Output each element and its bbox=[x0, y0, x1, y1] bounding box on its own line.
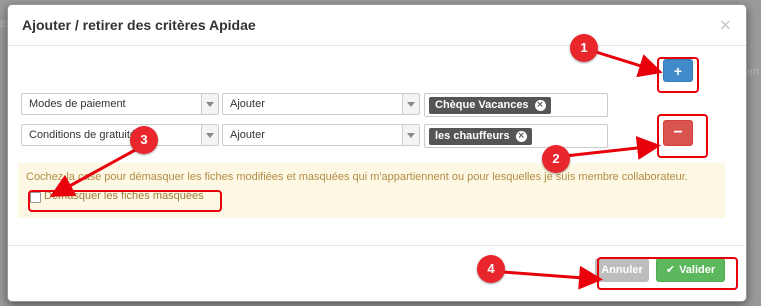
modal-header: Ajouter / retirer des critères Apidae × bbox=[8, 5, 746, 46]
chevron-down-icon bbox=[201, 125, 218, 145]
annotation-highlight-add bbox=[657, 57, 699, 93]
close-icon[interactable]: × bbox=[719, 15, 732, 34]
modal-title: Ajouter / retirer des critères Apidae bbox=[22, 17, 256, 33]
chevron-down-icon bbox=[402, 94, 419, 114]
chevron-down-icon bbox=[402, 125, 419, 145]
annotation-badge: 1 bbox=[570, 34, 598, 62]
annotation-badge: 4 bbox=[477, 255, 505, 283]
criteria-row: Conditions de gratuité Ajouter les chauf… bbox=[21, 124, 611, 148]
value-tag: Chèque Vacances × bbox=[429, 97, 551, 114]
action-select-value: Ajouter bbox=[230, 129, 265, 141]
criterion-select-value: Conditions de gratuité bbox=[29, 129, 137, 141]
action-select-value: Ajouter bbox=[230, 98, 265, 110]
annotation-highlight-remove bbox=[657, 114, 708, 158]
criterion-select[interactable]: Conditions de gratuité bbox=[21, 124, 219, 146]
annotation-badge: 3 bbox=[130, 126, 158, 154]
annotation-badge: 2 bbox=[542, 145, 570, 173]
criterion-select-value: Modes de paiement bbox=[29, 98, 126, 110]
criteria-row: Modes de paiement Ajouter Chèque Vacance… bbox=[21, 93, 611, 117]
remove-tag-icon[interactable]: × bbox=[534, 100, 546, 111]
value-tag-label: Chèque Vacances bbox=[435, 99, 529, 111]
criterion-select[interactable]: Modes de paiement bbox=[21, 93, 219, 115]
value-tag-input[interactable]: les chauffeurs × bbox=[424, 124, 608, 148]
annotation-highlight-checkbox bbox=[28, 190, 222, 212]
value-tag: les chauffeurs × bbox=[429, 128, 532, 145]
warning-text: Cochez la case pour démasquer les fiches… bbox=[26, 171, 688, 183]
value-tag-label: les chauffeurs bbox=[435, 130, 510, 142]
remove-tag-icon[interactable]: × bbox=[515, 131, 527, 142]
chevron-down-icon bbox=[201, 94, 218, 114]
action-select[interactable]: Ajouter bbox=[222, 124, 420, 146]
action-select[interactable]: Ajouter bbox=[222, 93, 420, 115]
annotation-highlight-footer-buttons bbox=[597, 257, 738, 290]
value-tag-input[interactable]: Chèque Vacances × bbox=[424, 93, 608, 117]
